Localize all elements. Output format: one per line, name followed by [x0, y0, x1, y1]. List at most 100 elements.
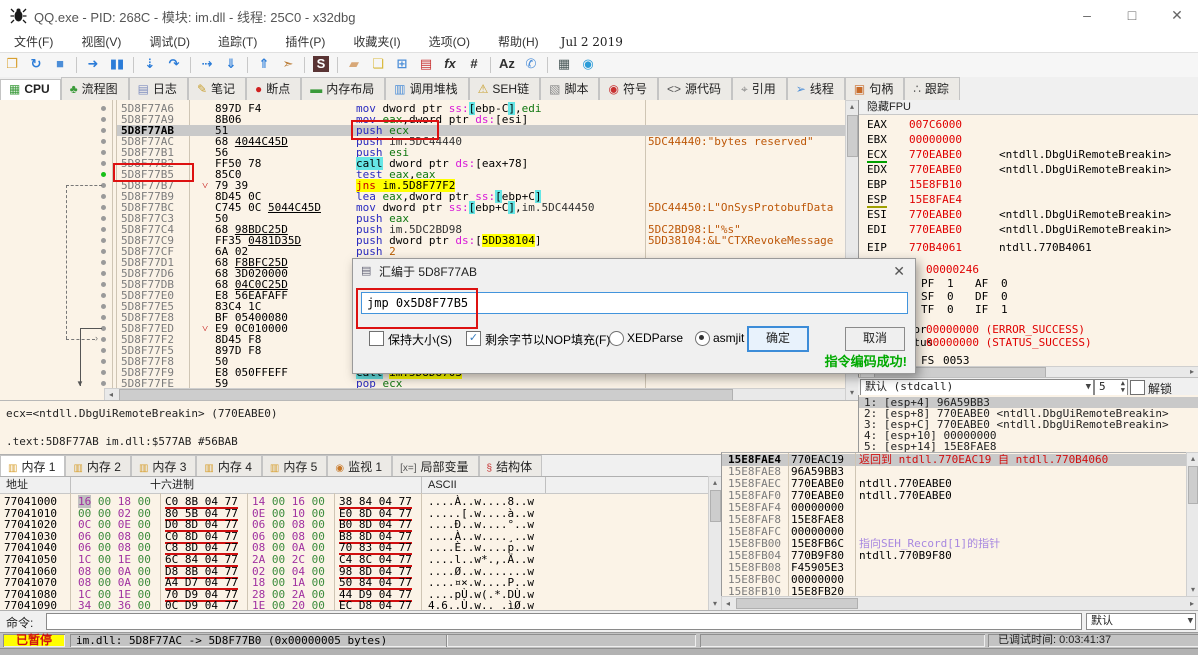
tab-调用堆栈[interactable]: ▥ 调用堆栈	[385, 77, 469, 100]
run-icon[interactable]: ➜	[82, 54, 104, 74]
row-dot[interactable]	[101, 227, 106, 232]
dump-row[interactable]: 77041070 08 00 0A 00 A4 D7 04 77 18 00 1A 0…	[0, 577, 708, 591]
run-to-cursor-icon[interactable]: ⇢	[196, 54, 218, 74]
tab-内存 3[interactable]: ▥ 内存 3	[130, 455, 197, 476]
restart-icon[interactable]: ↻	[25, 54, 47, 74]
row-dot[interactable]	[101, 359, 106, 364]
menu-item[interactable]: 调试(D)	[135, 30, 204, 53]
close-button[interactable]: ✕	[1162, 4, 1192, 26]
tab-内存布局[interactable]: ▬ 内存布局	[301, 77, 386, 100]
hash-icon[interactable]: #	[463, 54, 485, 74]
row-dot[interactable]	[101, 194, 106, 199]
step-over-icon[interactable]: ↷	[163, 54, 185, 74]
hide-fpu-button[interactable]: 隐藏FPU	[859, 100, 1198, 115]
tab-源代码[interactable]: <> 源代码	[657, 77, 732, 100]
tab-句柄[interactable]: ▣ 句柄	[844, 77, 905, 100]
fill-nop-checkbox[interactable]: ✓	[466, 331, 481, 346]
tab-断点[interactable]: ● 断点	[246, 77, 302, 100]
tab-符号[interactable]: ◉ 符号	[599, 77, 658, 100]
step-user-icon[interactable]: ➣	[277, 54, 299, 74]
open-file-icon[interactable]: ❐	[1, 54, 23, 74]
dump-row[interactable]: 77041040 06 00 08 00 C8 8D 04 77 08 00 0A 0…	[0, 542, 708, 556]
row-dot[interactable]	[101, 315, 106, 320]
tab-流程图[interactable]: ♣ 流程图	[60, 77, 129, 100]
row-dot[interactable]	[101, 161, 106, 166]
tab-监视 1[interactable]: ◉ 监视 1	[327, 455, 393, 476]
row-dot[interactable]	[101, 117, 106, 122]
command-profile-select[interactable]: 默认 ▼	[1086, 613, 1196, 630]
memory-dump-pane[interactable]: 地址 十六进制 ASCII 77041000 16 00 18 00 C0 8B 0…	[0, 476, 708, 611]
arguments-pane[interactable]: 1: [esp+4] 96A59BB3 2: [esp+8] 770EABE0 <…	[858, 395, 1198, 452]
keep-size-checkbox[interactable]	[369, 331, 384, 346]
row-dot[interactable]	[101, 260, 106, 265]
tab-线程[interactable]: ➢ 线程	[786, 77, 845, 100]
tab-内存 4[interactable]: ▥ 内存 4	[196, 455, 262, 476]
execute-till-return-icon[interactable]: ⇓	[220, 54, 242, 74]
stop-icon[interactable]: ■	[49, 54, 71, 74]
tab-局部变量[interactable]: [x=] 局部变量	[392, 455, 479, 476]
maximize-button[interactable]: □	[1117, 4, 1147, 26]
attach-icon[interactable]: ✆	[520, 54, 542, 74]
menu-item[interactable]: 选项(O)	[415, 30, 484, 53]
tab-内存 5[interactable]: ▥ 内存 5	[261, 455, 328, 476]
globe-icon[interactable]: ◉	[577, 54, 599, 74]
row-dot[interactable]	[101, 337, 106, 342]
row-dot[interactable]	[101, 381, 106, 386]
row-dot[interactable]	[101, 293, 106, 298]
row-dot[interactable]	[101, 139, 106, 144]
dump-row[interactable]: 77041000 16 00 18 00 C0 8B 04 77 14 00 16 0…	[0, 495, 708, 509]
ok-button[interactable]: 确定	[747, 326, 809, 352]
row-dot[interactable]	[101, 205, 106, 210]
row-dot[interactable]	[101, 304, 106, 309]
row-dot[interactable]	[101, 238, 106, 243]
menu-item[interactable]: 插件(P)	[271, 30, 339, 53]
tab-引用[interactable]: ⌖ 引用	[732, 77, 787, 100]
dump-row[interactable]: 77041050 1C 00 1E 00 6C 84 04 77 2A 00 2C 0…	[0, 554, 708, 567]
tab-脚本[interactable]: ▧ 脚本	[540, 77, 600, 100]
dialog-close-icon[interactable]: ✕	[893, 263, 905, 280]
text-size-icon[interactable]: Az	[496, 54, 518, 74]
stack-horizontal-scrollbar[interactable]: ◂ ▸	[721, 596, 1198, 611]
calling-convention-select[interactable]: 默认 (stdcall) ▼	[860, 379, 1094, 396]
menu-item[interactable]: 帮助(H)	[484, 30, 553, 53]
tab-跟踪[interactable]: ∴ 跟踪	[904, 77, 960, 100]
dump-row[interactable]: 77041030 06 00 08 00 C0 8D 04 77 06 00 08 0…	[0, 531, 708, 544]
menu-item[interactable]: 视图(V)	[67, 30, 135, 53]
dump-row[interactable]: 77041080 1C 00 1E 00 70 D9 04 77 28 00 2A 0…	[0, 589, 708, 602]
step-into-icon[interactable]: ⇣	[139, 54, 161, 74]
xedparse-radio[interactable]	[609, 331, 624, 346]
row-dot[interactable]	[101, 128, 106, 133]
argument-row[interactable]: 5: [esp+14] 15E8FAE8	[859, 441, 1198, 452]
menu-item[interactable]: 追踪(T)	[204, 30, 271, 53]
tab-结构体[interactable]: § 结构体	[478, 455, 543, 476]
tab-内存 2[interactable]: ▥ 内存 2	[65, 455, 131, 476]
tab-内存 1[interactable]: ▥ 内存 1	[0, 455, 66, 476]
cancel-button[interactable]: 取消	[845, 327, 905, 351]
minimize-button[interactable]: –	[1072, 4, 1102, 26]
run-to-user-code-icon[interactable]: ⇑	[253, 54, 275, 74]
dialog-title-bar[interactable]: ▤ 汇编于 5D8F77AB ✕	[353, 259, 915, 283]
bookmarks-icon[interactable]: ▤	[415, 54, 437, 74]
labels-icon[interactable]: ⊞	[391, 54, 413, 74]
breakpoint-dot[interactable]	[101, 172, 106, 177]
menu-item[interactable]: 文件(F)	[0, 30, 67, 53]
stack-vertical-scrollbar[interactable]: ▴ ▾	[1186, 452, 1198, 598]
dump-row[interactable]: 77041010 00 00 02 00 80 5B 04 77 0E 00 10 0…	[0, 508, 708, 521]
command-input[interactable]	[46, 613, 1082, 630]
tab-日志[interactable]: ▤ 日志	[128, 77, 188, 100]
menu-item[interactable]: 收藏夹(I)	[339, 30, 414, 53]
row-dot[interactable]	[101, 282, 106, 287]
tab-笔记[interactable]: ✎ 笔记	[187, 77, 247, 100]
calculator-icon[interactable]: ▦	[553, 54, 575, 74]
comments-icon[interactable]: ❏	[367, 54, 389, 74]
row-dot[interactable]	[101, 348, 106, 353]
tab-CPU[interactable]: ▦ CPU	[0, 79, 61, 102]
functions-icon[interactable]: fx	[439, 54, 461, 74]
stack-pane[interactable]: 15E8FAE4 770EAC19 返回到 ntdll.770EAC19 自 ntd…	[721, 452, 1187, 597]
row-dot[interactable]	[101, 216, 106, 221]
asmjit-radio[interactable]	[695, 331, 710, 346]
tab-SEH链[interactable]: ⚠ SEH链	[468, 77, 541, 100]
dump-row[interactable]: 77041060 08 00 0A 00 D8 8B 04 77 02 00 04 0…	[0, 566, 708, 579]
unlock-checkbox[interactable]	[1130, 380, 1145, 395]
row-dot[interactable]	[101, 370, 106, 375]
